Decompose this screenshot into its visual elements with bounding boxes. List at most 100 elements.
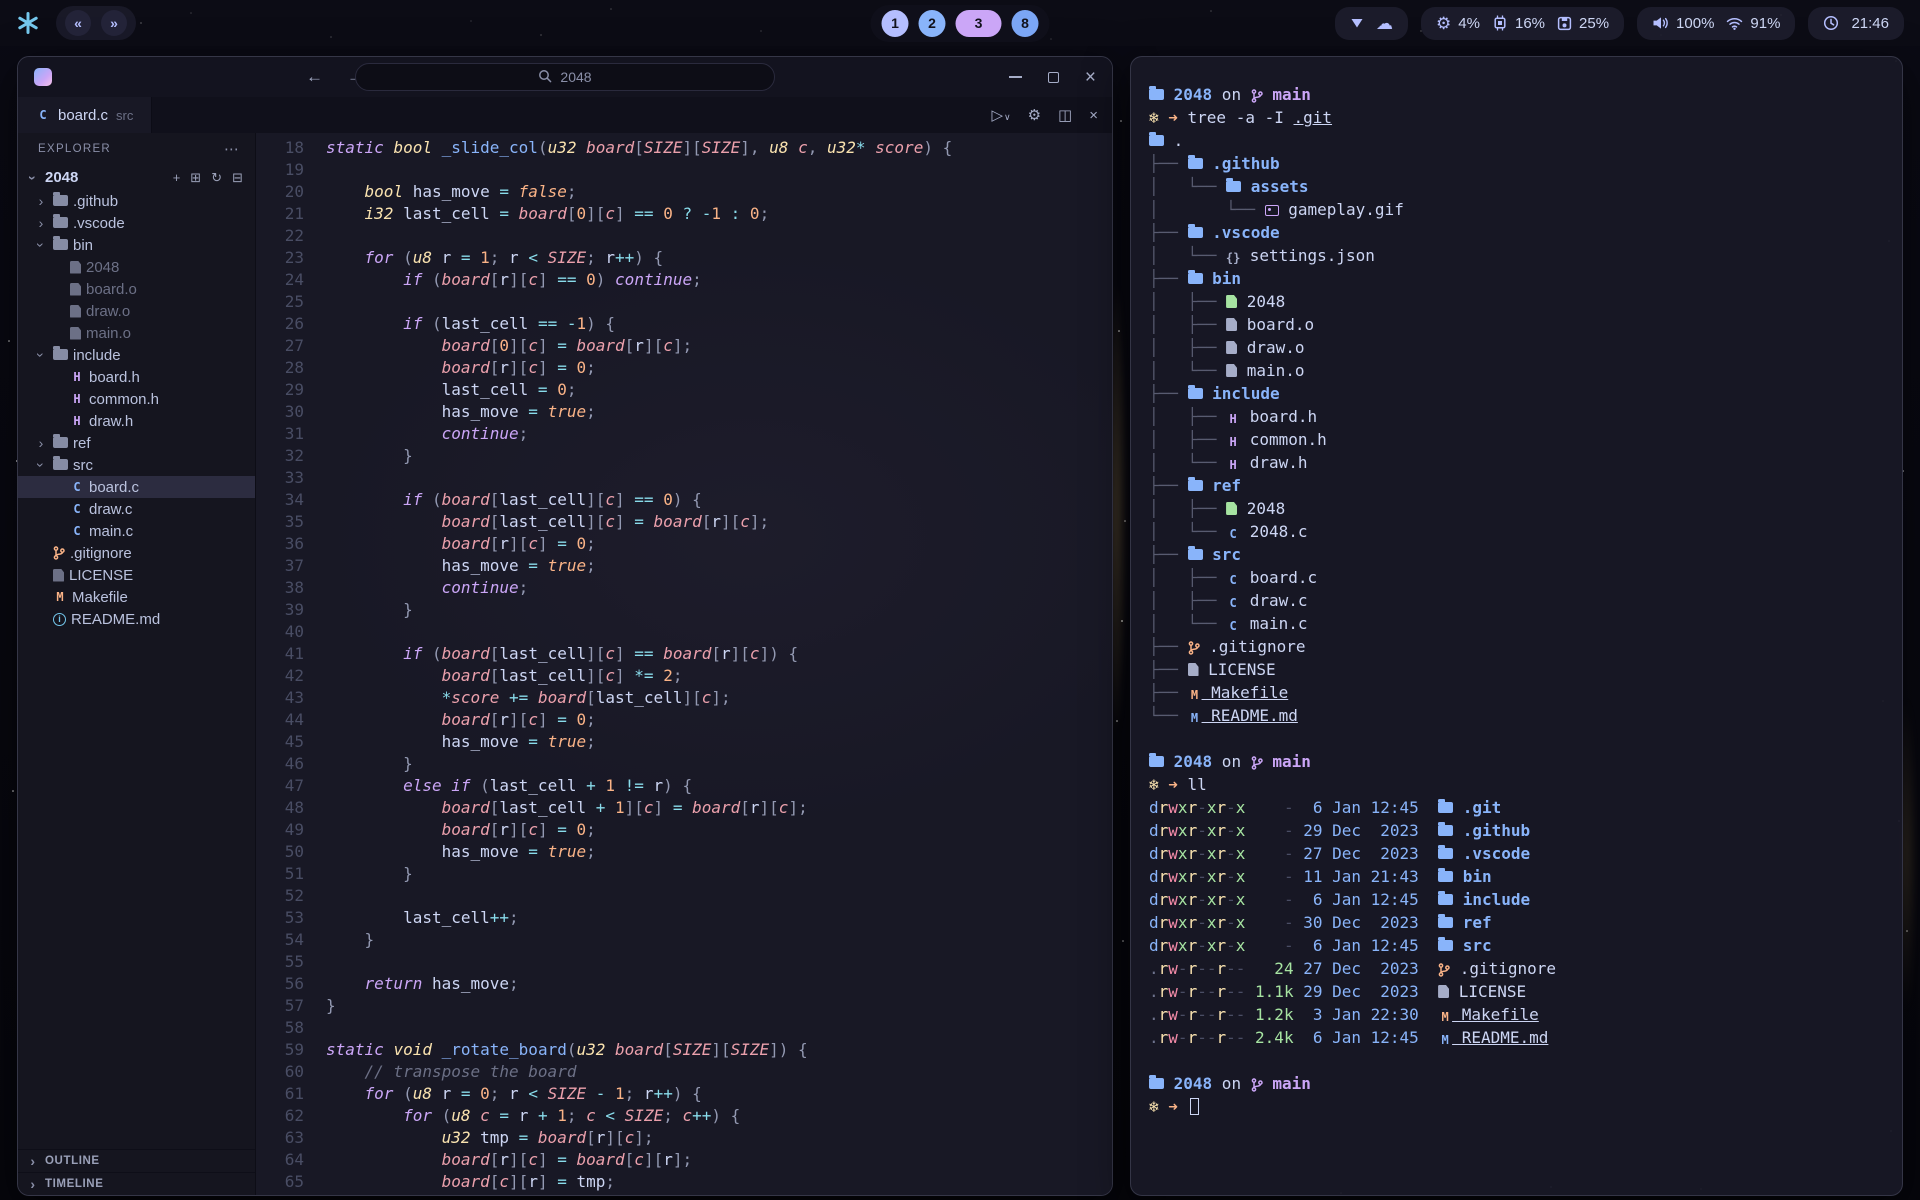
code-token: = <box>673 798 692 817</box>
explorer-item[interactable]: ›src <box>18 454 255 476</box>
launcher-logo-icon[interactable] <box>16 11 40 35</box>
line-number: 55 <box>256 951 304 973</box>
explorer-item[interactable]: LICENSE <box>18 564 255 586</box>
code-line <box>326 291 1112 313</box>
close-button[interactable]: × <box>1085 68 1096 87</box>
explorer-sidebar: EXPLORER ⋯ › 2048 + ⊞ ↻ ⊟ ›.github›.vsco… <box>18 133 256 1195</box>
tree-branch-lines: ├── <box>1149 660 1188 679</box>
maximize-button[interactable] <box>1048 72 1059 83</box>
code-token: c <box>528 820 538 839</box>
perm-char: x <box>1236 821 1246 840</box>
code-token: has_move <box>442 556 529 575</box>
code-token: u32 <box>576 1040 615 1059</box>
tree-row: . <box>1149 129 1884 152</box>
media-next-button[interactable]: » <box>101 10 127 36</box>
perm-char: - <box>1197 867 1207 886</box>
system-stats-module[interactable]: ⚙ 4% 16% 25% <box>1421 7 1624 40</box>
c-file-icon: C <box>36 109 50 121</box>
code-line: *score += board[last_cell][c]; <box>326 687 1112 709</box>
code-token: 0 <box>576 358 586 377</box>
explorer-item[interactable]: Cmain.c <box>18 520 255 542</box>
audio-network-module[interactable]: 100% 91% <box>1637 7 1795 40</box>
code-token <box>326 864 403 883</box>
tab-board-c[interactable]: C board.c src <box>18 97 152 133</box>
explorer-item[interactable]: .gitignore <box>18 542 255 564</box>
workspace-3[interactable]: 3 <box>956 10 1002 37</box>
code-token: true <box>548 402 587 421</box>
code-token: == <box>538 314 567 333</box>
back-button[interactable]: ← <box>306 67 323 87</box>
explorer-item[interactable]: MMakefile <box>18 586 255 608</box>
code-token: ; <box>673 666 683 685</box>
minimize-button[interactable] <box>1009 76 1022 78</box>
timeline-panel[interactable]: › TIMELINE <box>18 1172 255 1195</box>
explorer-item[interactable]: ›ref <box>18 432 255 454</box>
code-token: = <box>538 380 557 399</box>
git-branch-icon <box>1438 962 1450 978</box>
explorer-item[interactable]: ›.vscode <box>18 212 255 234</box>
file-size: - <box>1245 913 1293 932</box>
workspace-8[interactable]: 8 <box>1012 10 1039 37</box>
explorer-item[interactable]: draw.o <box>18 300 255 322</box>
perm-char: - <box>1197 890 1207 909</box>
prompt-directory: 2048 <box>1164 1074 1212 1093</box>
explorer-item[interactable]: ›.github <box>18 190 255 212</box>
perm-char: - <box>1226 798 1236 817</box>
code-token: ; <box>586 402 596 421</box>
workspace-switcher: 1 2 3 8 <box>871 5 1050 42</box>
explorer-item[interactable]: Hcommon.h <box>18 388 255 410</box>
explorer-item-label: .vscode <box>73 215 125 232</box>
explorer-item[interactable]: Cdraw.c <box>18 498 255 520</box>
titlebar[interactable]: ← → 2048 × <box>18 57 1112 97</box>
explorer-item[interactable]: main.o <box>18 322 255 344</box>
settings-gear-icon[interactable]: ⚙ <box>1028 106 1041 124</box>
explorer-root-folder[interactable]: › 2048 + ⊞ ↻ ⊟ <box>18 165 255 190</box>
workspace-1[interactable]: 1 <box>882 10 909 37</box>
file-permissions: drwxr-xr-x <box>1149 867 1245 886</box>
explorer-item[interactable]: ›bin <box>18 234 255 256</box>
more-actions-icon[interactable]: ⋯ <box>224 140 239 158</box>
perm-char: w <box>1168 867 1178 886</box>
clock-module[interactable]: 21:46 <box>1808 7 1904 40</box>
weather-module[interactable]: ☁ <box>1335 7 1408 40</box>
code-token: r <box>509 248 528 267</box>
code-token: r <box>499 820 509 839</box>
chevron-down-icon: ∨ <box>1004 112 1011 123</box>
line-number: 43 <box>256 687 304 709</box>
code-token: last_cell <box>403 204 499 223</box>
explorer-item[interactable]: 2048 <box>18 256 255 278</box>
outline-panel[interactable]: › OUTLINE <box>18 1149 255 1172</box>
close-editor-icon[interactable]: × <box>1089 107 1098 124</box>
explorer-item[interactable]: board.o <box>18 278 255 300</box>
code-token: score <box>875 138 923 157</box>
run-button[interactable]: ▷∨ <box>991 106 1010 124</box>
media-prev-button[interactable]: « <box>65 10 91 36</box>
explorer-item[interactable]: ›include <box>18 344 255 366</box>
code-token: ][ <box>682 138 701 157</box>
line-number: 54 <box>256 929 304 951</box>
code-token: board <box>519 204 567 223</box>
code-token: true <box>548 556 587 575</box>
new-file-icon[interactable]: + <box>173 170 181 186</box>
workspace-2[interactable]: 2 <box>919 10 946 37</box>
collapse-all-icon[interactable]: ⊟ <box>232 170 243 186</box>
refresh-icon[interactable]: ↻ <box>211 170 222 186</box>
code-token <box>326 336 442 355</box>
code-editor[interactable]: 1819202122232425262728293031323334353637… <box>256 133 1112 1195</box>
command-center-search[interactable]: 2048 <box>355 63 775 91</box>
explorer-item[interactable]: Hdraw.h <box>18 410 255 432</box>
explorer-item-label: common.h <box>89 391 159 408</box>
explorer-item[interactable]: Cboard.c <box>18 476 255 498</box>
folder-icon <box>1149 89 1164 100</box>
code-token: board <box>442 1150 490 1169</box>
ll-row: drwxr-xr-x - 27 Dec 2023 .vscode <box>1149 842 1884 865</box>
code-token: c <box>499 1172 509 1191</box>
new-folder-icon[interactable]: ⊞ <box>190 170 201 186</box>
explorer-item[interactable]: iREADME.md <box>18 608 255 630</box>
terminal-content[interactable]: 2048 on main❄ ➜ tree -a -I .git .├── .gi… <box>1131 57 1902 1144</box>
code-token: = <box>634 512 653 531</box>
explorer-item[interactable]: Hboard.h <box>18 366 255 388</box>
split-editor-icon[interactable]: ◫ <box>1058 106 1072 124</box>
code-token: 0 <box>586 270 596 289</box>
c-icon: C <box>1226 528 1240 540</box>
